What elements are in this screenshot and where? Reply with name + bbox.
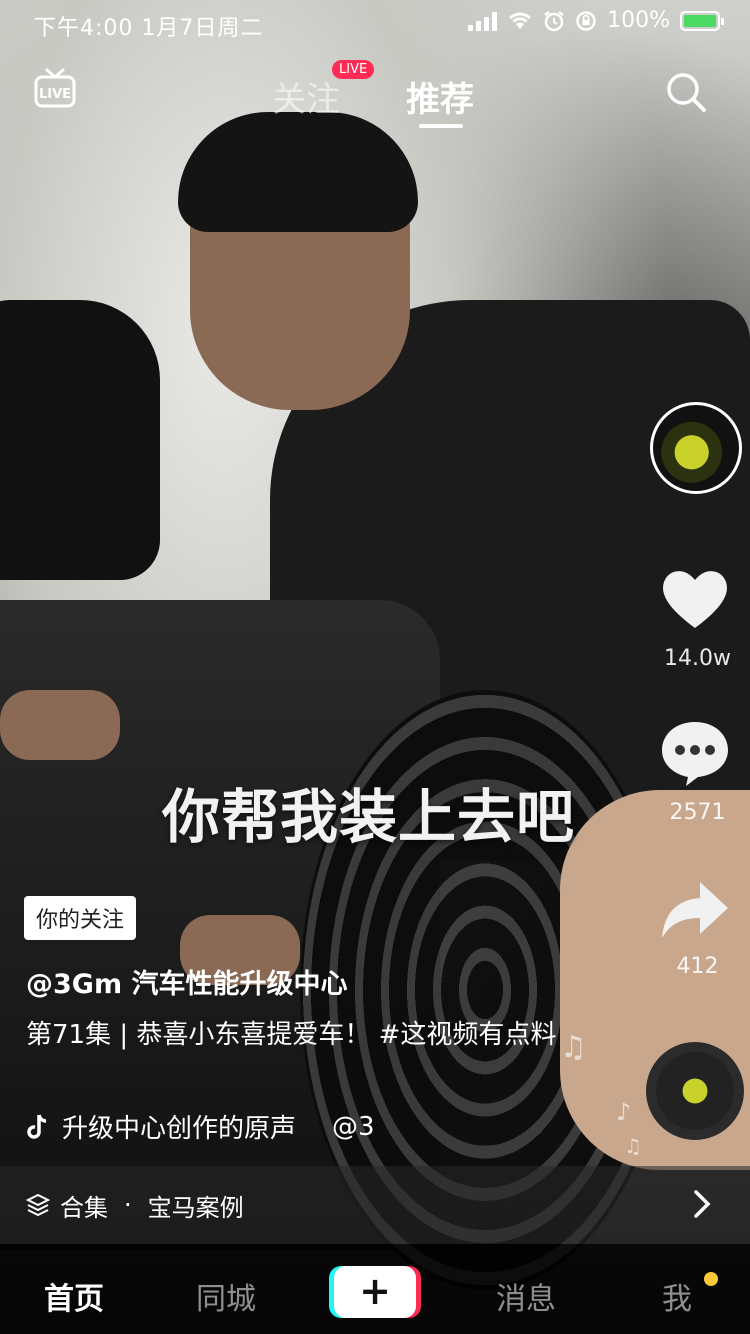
tab-recommended[interactable]: 推荐	[406, 72, 474, 121]
video-car-shape	[0, 300, 160, 580]
comment-count: 2571	[669, 800, 726, 825]
tab-me[interactable]: 我	[662, 1274, 692, 1318]
status-time: 下午4:00 1月7日周二	[34, 16, 264, 41]
create-button[interactable]: +	[329, 1266, 421, 1318]
follow-tag: 你的关注	[24, 896, 137, 940]
active-tab-indicator	[419, 124, 463, 128]
video-caption: 你帮我装上去吧	[162, 783, 576, 851]
signal-icon	[468, 11, 498, 31]
tab-home[interactable]: 首页	[44, 1274, 104, 1318]
author-avatar[interactable]	[650, 402, 742, 494]
notification-dot	[704, 1272, 718, 1286]
wifi-icon	[509, 12, 532, 29]
collection-prefix: 合集	[60, 1193, 108, 1222]
video-feed-screen[interactable]: 下午4:00 1月7日周二 100% LIVE 关注 LIVE 推荐 你帮我装上…	[0, 0, 750, 1334]
right-action-rail: 14.0w 2571 412 ♫ ♪ ♫	[560, 0, 750, 1334]
live-badge: LIVE	[332, 60, 375, 79]
comment-icon[interactable]	[658, 716, 732, 790]
music-title: 升级中心创作的原声	[62, 1114, 297, 1144]
plus-icon: +	[334, 1266, 416, 1318]
music-author: @3	[332, 1111, 375, 1142]
chevron-right-icon	[694, 1190, 711, 1218]
video-description[interactable]: 第71集 | 恭喜小东喜提爱车！ #这视频有点料	[26, 1016, 566, 1054]
live-tv-icon[interactable]: LIVE	[34, 68, 76, 108]
tab-following[interactable]: 关注	[272, 72, 340, 121]
collection-name: 宝马案例	[147, 1193, 244, 1222]
music-disc[interactable]	[646, 1042, 744, 1140]
tab-local[interactable]: 同城	[196, 1274, 256, 1318]
music-note-icon: ♫	[624, 1134, 642, 1158]
author-name[interactable]: @3Gm 汽车性能升级中心	[26, 962, 347, 1001]
share-count: 412	[676, 954, 719, 979]
tiktok-note-icon	[27, 1113, 47, 1139]
music-info[interactable]: 升级中心创作的原声 @3	[26, 1108, 375, 1145]
rotation-lock-icon	[576, 10, 596, 31]
video-arm	[0, 690, 120, 760]
music-note-icon: ♪	[616, 1098, 632, 1126]
svg-text:LIVE: LIVE	[39, 87, 71, 102]
bottom-tab-bar: 首页 同城 + 消息 我	[0, 1244, 750, 1334]
like-count: 14.0w	[664, 646, 731, 671]
share-icon[interactable]	[658, 874, 732, 948]
collection-bar[interactable]: 合集 · 宝马案例	[0, 1166, 750, 1244]
layers-icon	[26, 1193, 50, 1217]
like-heart-icon[interactable]	[658, 562, 732, 636]
alarm-icon	[544, 10, 564, 31]
tab-messages[interactable]: 消息	[496, 1274, 556, 1318]
collection-separator: ·	[124, 1191, 132, 1219]
